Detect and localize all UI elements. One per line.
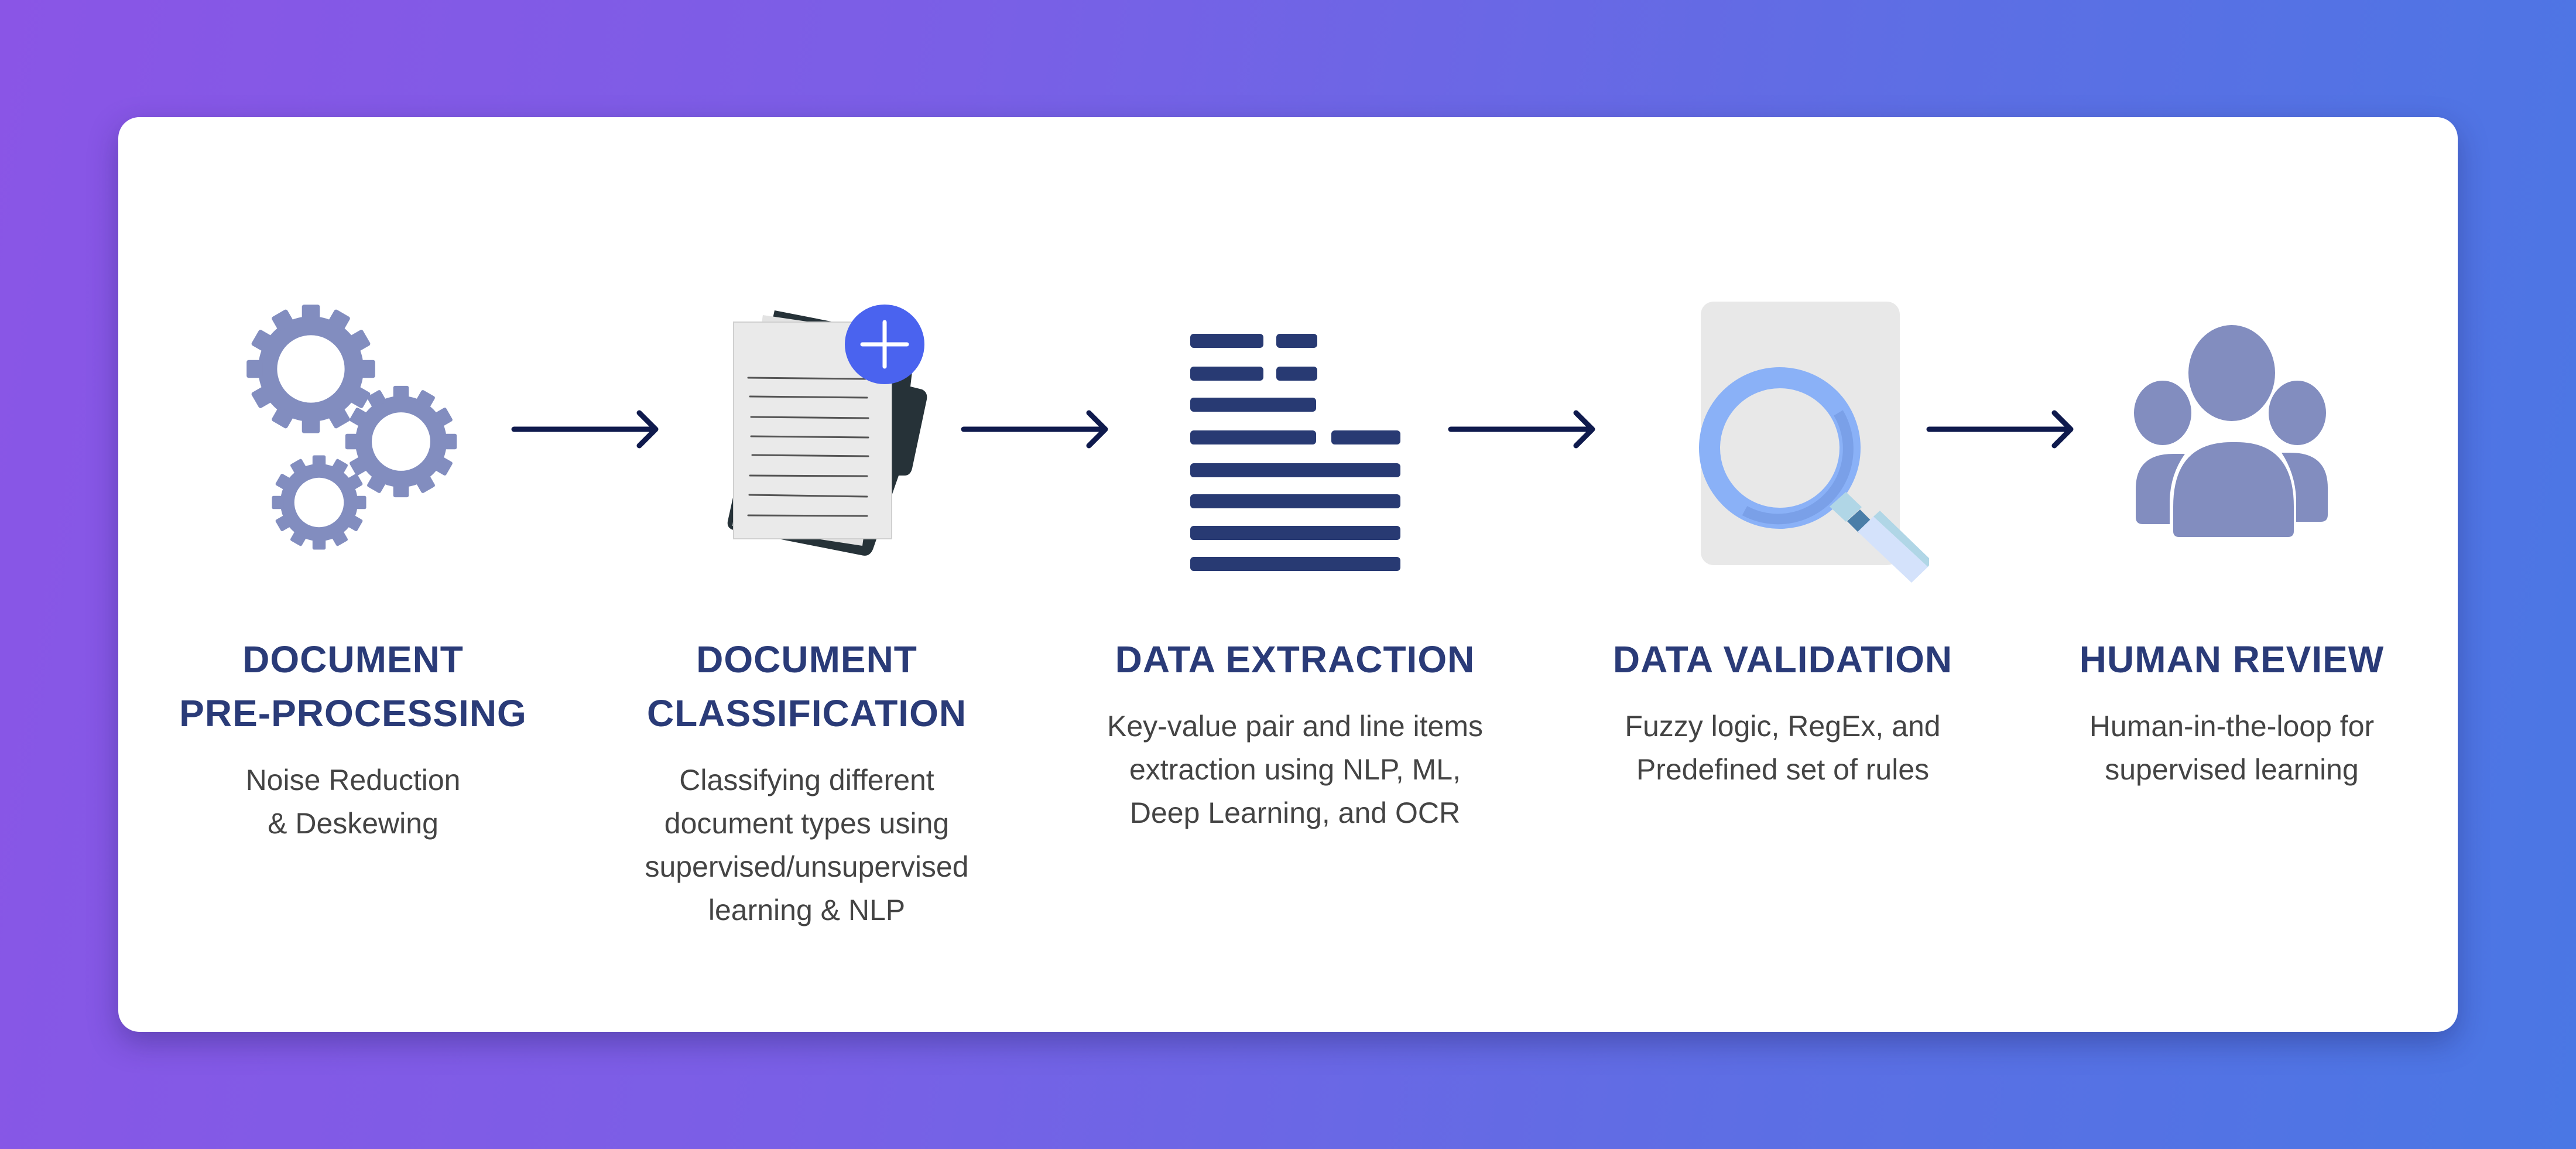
step-description: Human-in-the-loop for supervised learnin…	[2089, 710, 2375, 786]
step-title: DOCUMENT PRE-PROCESSING	[179, 638, 527, 734]
text-lines-icon	[1190, 334, 1400, 571]
step-description: Noise Reduction & Deskewing	[245, 764, 461, 840]
step-title: DOCUMENT CLASSIFICATION	[646, 638, 967, 734]
step-title: HUMAN REVIEW	[2079, 638, 2385, 680]
arrow-right-icon	[1448, 410, 1595, 449]
step-description: Classifying different document types usi…	[645, 764, 969, 926]
arrow-right-icon	[961, 410, 1108, 449]
step-title: DATA VALIDATION	[1612, 638, 1953, 680]
arrow-right-icon	[1926, 410, 2074, 449]
arrow-right-icon	[511, 410, 659, 449]
users-group-icon	[2134, 325, 2328, 537]
step-description: Key-value pair and line items extraction…	[1107, 710, 1483, 829]
document-add-icon	[727, 305, 927, 556]
magnifier-document-icon	[1699, 302, 1929, 583]
gears-icon	[246, 305, 457, 550]
pipeline-card: DOCUMENT PRE-PROCESSING Noise Reduction …	[118, 117, 2458, 1032]
step-title: DATA EXTRACTION	[1115, 638, 1475, 680]
step-description: Fuzzy logic, RegEx, and Predefined set o…	[1625, 710, 1941, 786]
